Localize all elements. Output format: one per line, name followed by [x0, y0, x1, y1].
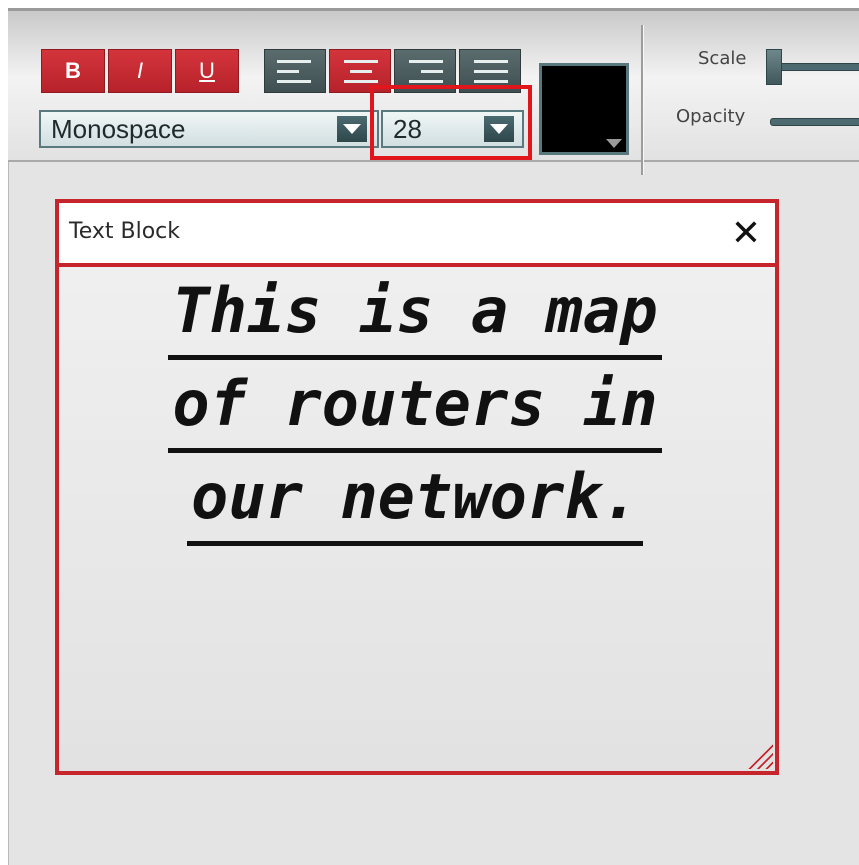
text-color-picker[interactable] [539, 63, 629, 155]
opacity-slider-track[interactable] [770, 118, 859, 126]
chevron-down-icon[interactable] [337, 116, 367, 142]
chevron-down-icon [606, 139, 622, 148]
italic-button[interactable]: I [108, 49, 172, 93]
font-family-value: Monospace [51, 114, 186, 144]
opacity-label: Opacity [676, 106, 746, 127]
align-left-button[interactable] [264, 49, 326, 93]
text-block-titlebar[interactable]: Text Block ✕ [59, 203, 775, 267]
toolbar-divider [641, 25, 643, 175]
scale-slider-thumb[interactable] [766, 49, 782, 85]
text-block-content[interactable]: This is a map of routers in our network. [115, 267, 715, 546]
font-family-select[interactable]: Monospace [39, 110, 379, 148]
close-icon[interactable]: ✕ [731, 213, 761, 253]
text-line: This is a map [168, 267, 662, 360]
text-block-title: Text Block [69, 219, 180, 244]
text-block-window[interactable]: Text Block ✕ This is a map of routers in… [55, 199, 779, 775]
scale-label: Scale [698, 48, 747, 69]
resize-handle-icon[interactable] [745, 741, 773, 769]
scale-slider-track[interactable] [770, 63, 859, 71]
bold-button[interactable]: B [41, 49, 105, 93]
text-line: our network. [187, 453, 643, 546]
underline-button[interactable]: U [175, 49, 239, 93]
text-line: of routers in [168, 360, 662, 453]
focus-highlight [370, 85, 532, 160]
